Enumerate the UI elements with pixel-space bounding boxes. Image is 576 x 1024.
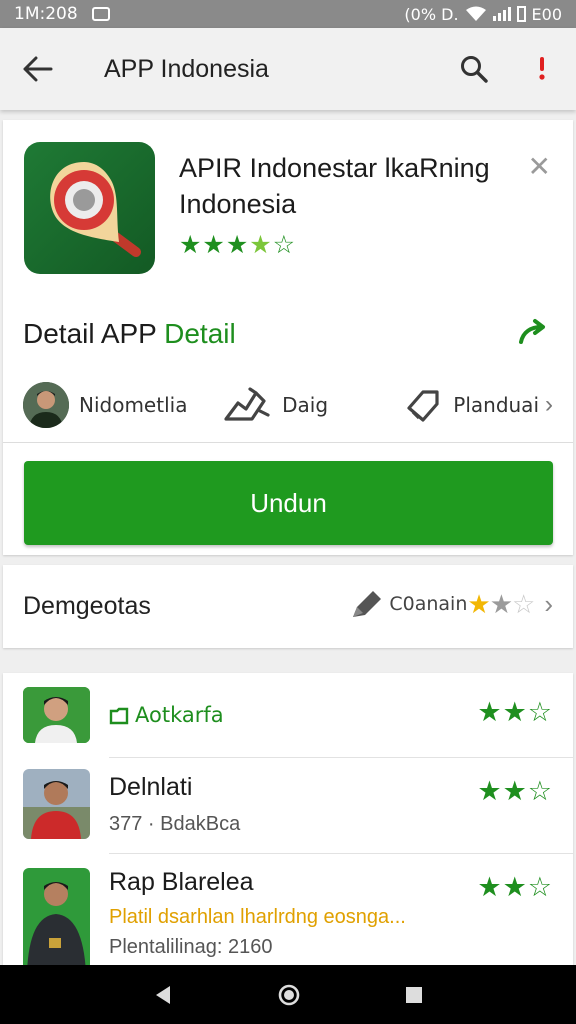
item-subtitle: 377 · BdakBca bbox=[109, 813, 241, 835]
item-rating: ★★☆ bbox=[477, 697, 553, 727]
item-thumbnail bbox=[23, 769, 90, 839]
badge-icon bbox=[109, 707, 129, 725]
detail-link[interactable]: Detail bbox=[164, 318, 236, 349]
search-button[interactable] bbox=[440, 28, 508, 110]
section-right-label: C0anain bbox=[389, 593, 468, 615]
category-label: Daig bbox=[282, 393, 329, 417]
item-thumbnail bbox=[23, 868, 90, 973]
status-time: 1M:208 bbox=[14, 4, 78, 24]
app-meta-row: Nidometlia Daig Planduai › bbox=[3, 372, 573, 438]
signal-icon bbox=[492, 7, 511, 21]
developer-meta[interactable]: Nidometlia bbox=[23, 382, 208, 428]
item-name: Delnlati bbox=[109, 773, 193, 801]
developer-label: Nidometlia bbox=[79, 393, 188, 417]
overflow-menu-icon bbox=[539, 57, 545, 80]
map-pin-logo-icon bbox=[50, 162, 141, 257]
app-bar: APP Indonesia bbox=[0, 28, 576, 110]
puzzle-icon bbox=[224, 387, 270, 421]
app-list-card: Aotkarfa ★★☆ Delnlati 377 · BdakBca ★★☆ bbox=[3, 673, 573, 973]
developer-avatar bbox=[23, 382, 69, 428]
nav-back-icon[interactable] bbox=[152, 984, 174, 1006]
share-button[interactable] bbox=[517, 318, 551, 351]
item-subtitle: Platil dsarhlan lharlrdng eosnga... bbox=[109, 906, 406, 928]
item-subtitle-2: Plentalilinag: 2160 bbox=[109, 936, 273, 958]
page-title: APP Indonesia bbox=[104, 54, 269, 83]
chevron-right-icon: › bbox=[545, 391, 553, 418]
list-item[interactable]: Aotkarfa ★★☆ bbox=[3, 673, 573, 757]
nav-home-icon[interactable] bbox=[277, 983, 301, 1007]
close-icon[interactable]: ✕ bbox=[528, 150, 551, 183]
item-rating: ★★☆ bbox=[477, 776, 553, 806]
category-meta[interactable]: Daig bbox=[220, 385, 405, 425]
section-label: Demgeotas bbox=[23, 592, 151, 620]
chevron-right-icon: › bbox=[544, 588, 553, 619]
wifi-icon bbox=[465, 6, 486, 21]
item-name: Rap Blarelea bbox=[109, 868, 254, 896]
app-icon[interactable] bbox=[24, 142, 155, 274]
status-right-text: (0% D. bbox=[404, 4, 459, 24]
system-nav-bar bbox=[0, 965, 576, 1024]
list-item[interactable]: Rap Blarelea Platil dsarhlan lharlrdng e… bbox=[3, 854, 573, 973]
section-card[interactable]: Demgeotas C0anain ★★☆ › bbox=[3, 565, 573, 648]
overflow-menu-button[interactable] bbox=[508, 28, 576, 110]
item-rating: ★★☆ bbox=[477, 872, 553, 902]
back-arrow-icon bbox=[23, 56, 53, 82]
share-arrow-icon bbox=[519, 319, 545, 344]
search-icon bbox=[461, 56, 488, 83]
nav-recents-icon[interactable] bbox=[404, 985, 424, 1005]
tag-meta[interactable]: Planduai › bbox=[405, 386, 553, 424]
list-item[interactable]: Delnlati 377 · BdakBca ★★☆ bbox=[3, 758, 573, 853]
detail-heading: Detail APP Detail bbox=[23, 318, 236, 350]
install-button[interactable]: Undun bbox=[24, 461, 553, 545]
battery-text: E00 bbox=[531, 4, 562, 24]
app-title: APIR Indonestar lkaRning Indonesia bbox=[179, 153, 490, 219]
pencil-icon bbox=[353, 591, 382, 617]
divider bbox=[3, 442, 573, 443]
item-name: Aotkarfa bbox=[135, 703, 224, 727]
section-right: C0anain ★★☆ › bbox=[349, 587, 553, 621]
status-bar: 1M:208 (0% D. E00 bbox=[0, 0, 576, 28]
item-thumbnail bbox=[23, 687, 90, 743]
detail-prefix: Detail APP bbox=[23, 318, 157, 349]
section-stars: ★★☆ bbox=[467, 588, 535, 619]
battery-icon bbox=[516, 6, 526, 22]
notification-icon bbox=[91, 7, 110, 21]
tag-label: Planduai bbox=[453, 393, 539, 417]
tag-icon bbox=[407, 390, 439, 422]
app-header-card: APIR Indonestar lkaRning Indonesia ✕ ★★★… bbox=[3, 120, 573, 555]
back-button[interactable] bbox=[0, 28, 76, 110]
app-rating-stars: ★★★★☆ bbox=[179, 231, 297, 259]
